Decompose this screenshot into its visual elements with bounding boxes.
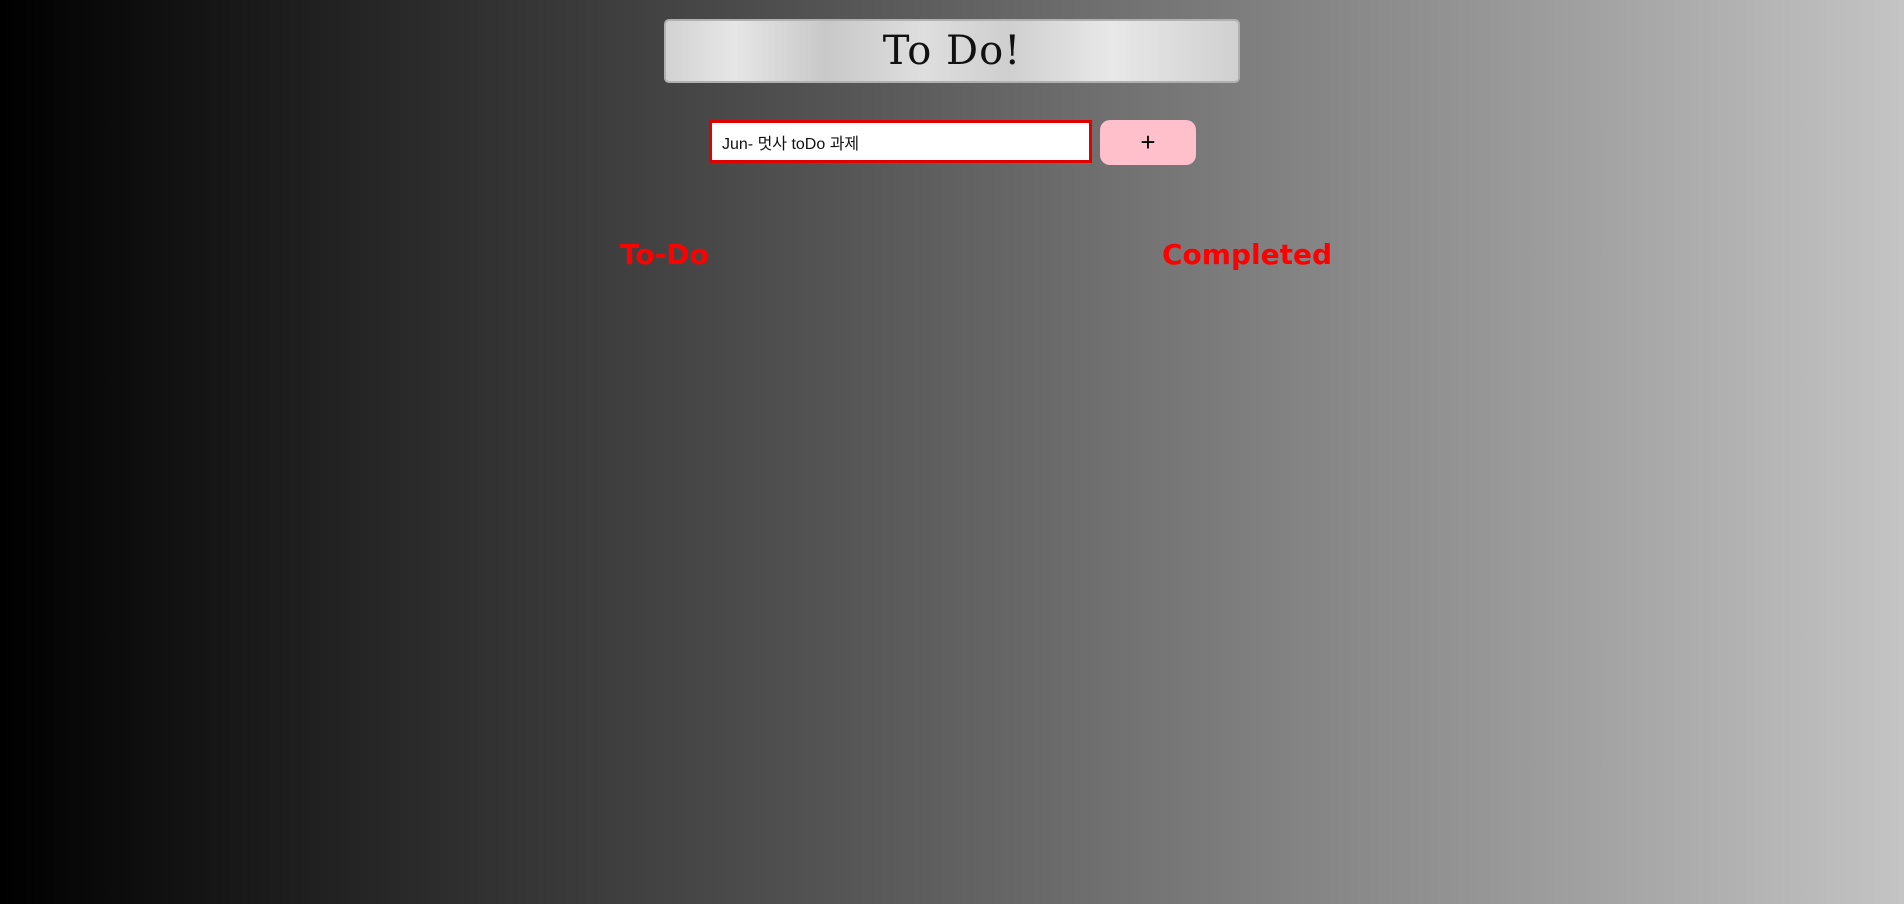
todo-section-heading: To-Do [620, 238, 709, 271]
add-todo-button[interactable]: + [1100, 120, 1196, 165]
todo-input[interactable] [709, 120, 1092, 163]
app-title-banner: To Do! [664, 19, 1240, 83]
page-title: To Do! [882, 28, 1022, 74]
completed-section-heading: Completed [1162, 238, 1333, 271]
